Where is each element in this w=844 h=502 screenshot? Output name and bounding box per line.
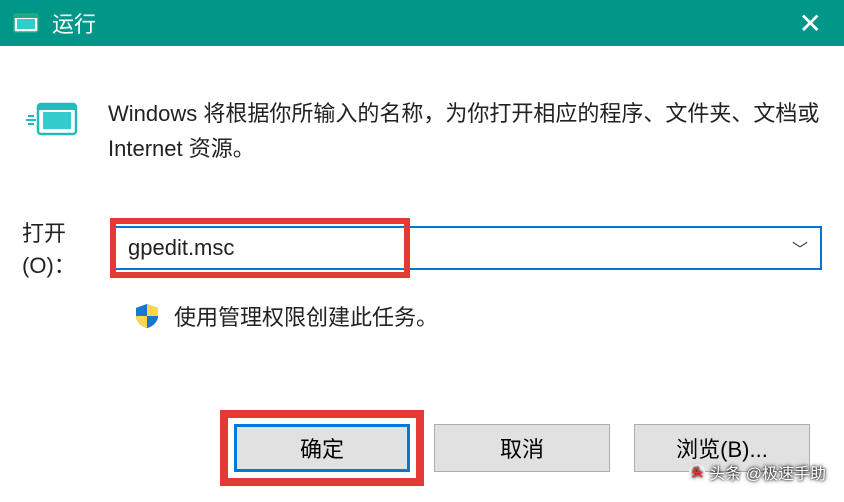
- titlebar: 运行 ✕: [0, 0, 844, 46]
- run-icon-large: [22, 100, 78, 140]
- watermark-text: 头条 @极速手助: [709, 460, 826, 484]
- description-row: Windows 将根据你所输入的名称，为你打开相应的程序、文件夹、文档或 Int…: [22, 96, 822, 166]
- admin-note-row: 使用管理权限创建此任务。: [22, 300, 822, 332]
- open-label: 打开(O)：: [22, 216, 110, 280]
- open-combobox[interactable]: ﹀: [114, 226, 822, 270]
- ok-button[interactable]: 确定: [234, 424, 410, 472]
- dialog-content: Windows 将根据你所输入的名称，为你打开相应的程序、文件夹、文档或 Int…: [0, 46, 844, 352]
- shield-icon: [134, 303, 160, 329]
- window-title: 运行: [52, 7, 789, 39]
- close-button[interactable]: ✕: [789, 7, 832, 40]
- watermark: 头 头条 @极速手助: [689, 460, 826, 484]
- chevron-down-icon[interactable]: ﹀: [780, 236, 820, 260]
- admin-note-text: 使用管理权限创建此任务。: [174, 300, 438, 332]
- open-row: 打开(O)： ﹀: [22, 216, 822, 280]
- cancel-button[interactable]: 取消: [434, 424, 610, 472]
- ok-button-wrap: 确定: [234, 424, 410, 472]
- description-text: Windows 将根据你所输入的名称，为你打开相应的程序、文件夹、文档或 Int…: [108, 96, 822, 166]
- combo-container: ﹀: [114, 226, 822, 270]
- open-input[interactable]: [116, 228, 780, 268]
- watermark-icon: 头: [689, 464, 705, 480]
- run-icon-small: [12, 11, 40, 35]
